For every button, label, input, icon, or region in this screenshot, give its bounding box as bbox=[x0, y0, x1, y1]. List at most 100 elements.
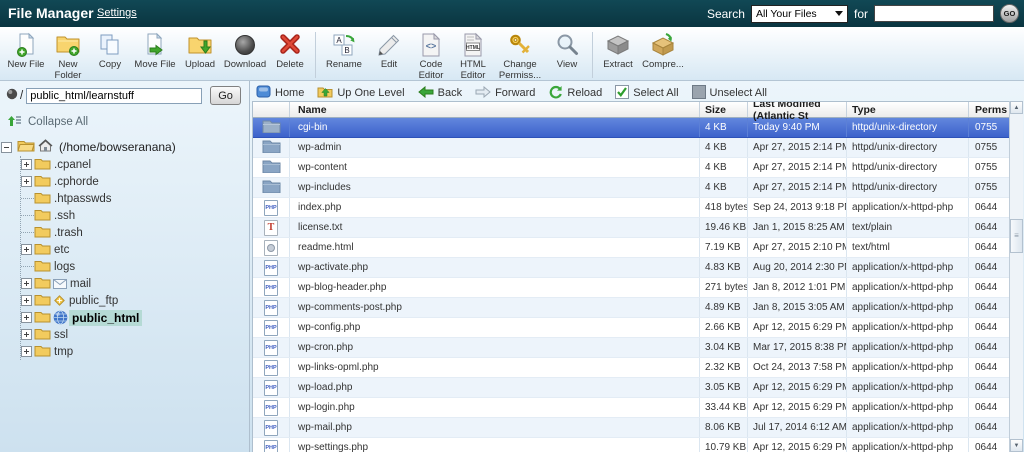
root-path-label: (/home/bowseranana) bbox=[59, 140, 176, 154]
nav-home[interactable]: Home bbox=[256, 84, 304, 102]
collapse-all-icon bbox=[7, 114, 22, 130]
sidebar-item-ssl[interactable]: ssl bbox=[21, 326, 245, 343]
toolbar-code-editor[interactable]: <> Code Editor bbox=[410, 31, 452, 81]
toolbar-view[interactable]: View bbox=[546, 31, 588, 70]
vertical-scrollbar[interactable]: ▲ ▼ bbox=[1009, 101, 1023, 452]
toolbar-upload[interactable]: Upload bbox=[179, 31, 221, 70]
folder-icon bbox=[262, 139, 281, 156]
back-arrow-icon bbox=[418, 86, 434, 101]
nav-unselect-all[interactable]: Unselect All bbox=[692, 85, 767, 102]
sidebar-item-etc[interactable]: etc bbox=[21, 241, 245, 258]
ftp-icon bbox=[53, 294, 66, 307]
table-row[interactable]: PHP index.php 418 bytes Sep 24, 2013 9:1… bbox=[253, 198, 1009, 218]
table-row[interactable]: PHP wp-login.php 33.44 KB Apr 12, 2015 6… bbox=[253, 398, 1009, 418]
path-input[interactable] bbox=[26, 88, 202, 104]
collapse-all-button[interactable]: Collapse All bbox=[7, 113, 245, 131]
expand-icon[interactable] bbox=[21, 159, 32, 170]
sidebar-item-htpasswds[interactable]: .htpasswds bbox=[21, 190, 245, 207]
sidebar-item-trash[interactable]: .trash bbox=[21, 224, 245, 241]
toolbar-rename[interactable]: AB Rename bbox=[320, 31, 368, 70]
table-row[interactable]: PHP wp-config.php 2.66 KB Apr 12, 2015 6… bbox=[253, 318, 1009, 338]
new-folder-icon bbox=[55, 31, 81, 59]
expand-icon[interactable] bbox=[21, 176, 32, 187]
settings-link[interactable]: Settings bbox=[97, 7, 137, 19]
expand-icon[interactable] bbox=[21, 312, 32, 323]
header-name[interactable]: Name bbox=[290, 102, 700, 117]
toolbar-html-editor[interactable]: HTML HTML Editor bbox=[452, 31, 494, 81]
php-file-icon: PHP bbox=[264, 360, 278, 376]
header-size[interactable]: Size bbox=[700, 102, 748, 117]
table-header: Name Size Last Modified (Atlantic St Typ… bbox=[253, 102, 1009, 118]
table-row[interactable]: PHP wp-mail.php 8.06 KB Jul 17, 2014 6:1… bbox=[253, 418, 1009, 438]
search-input[interactable] bbox=[874, 5, 994, 22]
sidebar-item-logs[interactable]: logs bbox=[21, 258, 245, 275]
header-last-modified[interactable]: Last Modified (Atlantic St bbox=[748, 102, 847, 117]
expand-icon[interactable] bbox=[21, 244, 32, 255]
table-row[interactable]: T license.txt 19.46 KB Jan 1, 2015 8:25 … bbox=[253, 218, 1009, 238]
path-go-button[interactable]: Go bbox=[210, 86, 241, 105]
toolbar-change-permissions[interactable]: Change Permiss... bbox=[494, 31, 546, 81]
reload-icon bbox=[548, 85, 563, 102]
sidebar-item-cpanel[interactable]: .cpanel bbox=[21, 156, 245, 173]
scroll-down-button[interactable]: ▼ bbox=[1010, 439, 1023, 452]
table-row[interactable]: PHP wp-activate.php 4.83 KB Aug 20, 2014… bbox=[253, 258, 1009, 278]
header-perms[interactable]: Perms bbox=[969, 102, 1008, 117]
nav-select-all[interactable]: Select All bbox=[615, 85, 678, 102]
search-label: Search bbox=[707, 7, 745, 21]
folder-icon bbox=[34, 191, 51, 207]
toolbar-new-file[interactable]: New File bbox=[5, 31, 47, 70]
folder-icon bbox=[34, 276, 51, 292]
sidebar-item-public-html[interactable]: public_html bbox=[21, 309, 245, 326]
svg-text:A: A bbox=[336, 36, 342, 45]
sidebar-root-home[interactable]: (/home/bowseranana) bbox=[7, 138, 245, 156]
sidebar-item-tmp[interactable]: tmp bbox=[21, 343, 245, 360]
toolbar-edit[interactable]: Edit bbox=[368, 31, 410, 70]
sidebar-item-ssh[interactable]: .ssh bbox=[21, 207, 245, 224]
table-row[interactable]: wp-includes 4 KB Apr 27, 2015 2:14 PM ht… bbox=[253, 178, 1009, 198]
table-row[interactable]: PHP wp-comments-post.php 4.89 KB Jan 8, … bbox=[253, 298, 1009, 318]
table-row[interactable]: PHP wp-load.php 3.05 KB Apr 12, 2015 6:2… bbox=[253, 378, 1009, 398]
toolbar-extract[interactable]: Extract bbox=[597, 31, 639, 70]
search-go-button[interactable]: GO bbox=[1000, 4, 1019, 23]
expand-icon[interactable] bbox=[21, 346, 32, 357]
table-row[interactable]: wp-admin 4 KB Apr 27, 2015 2:14 PM httpd… bbox=[253, 138, 1009, 158]
scrollbar-thumb[interactable] bbox=[1010, 219, 1023, 253]
expand-icon[interactable] bbox=[21, 295, 32, 306]
toolbar-delete[interactable]: Delete bbox=[269, 31, 311, 70]
nav-up-one-level[interactable]: Up One Level bbox=[317, 85, 404, 102]
table-row[interactable]: cgi-bin 4 KB Today 9:40 PM httpd/unix-di… bbox=[253, 118, 1009, 138]
table-row[interactable]: PHP wp-blog-header.php 271 bytes Jan 8, … bbox=[253, 278, 1009, 298]
search-scope-select[interactable]: All Your Files bbox=[751, 5, 848, 23]
table-row[interactable]: PHP wp-cron.php 3.04 KB Mar 17, 2015 8:3… bbox=[253, 338, 1009, 358]
table-row[interactable]: readme.html 7.19 KB Apr 27, 2015 2:10 PM… bbox=[253, 238, 1009, 258]
header-type[interactable]: Type bbox=[847, 102, 969, 117]
toolbar-copy[interactable]: Copy bbox=[89, 31, 131, 70]
table-row[interactable]: PHP wp-links-opml.php 2.32 KB Oct 24, 20… bbox=[253, 358, 1009, 378]
sidebar: Collapse All (/home/bowseranana) .cpanel… bbox=[7, 113, 245, 360]
nav-forward[interactable]: Forward bbox=[475, 86, 535, 101]
expand-icon[interactable] bbox=[21, 278, 32, 289]
nav-back[interactable]: Back bbox=[418, 86, 462, 101]
table-row[interactable]: PHP wp-settings.php 10.79 KB Apr 12, 201… bbox=[253, 438, 1009, 452]
svg-text:B: B bbox=[344, 46, 349, 55]
scroll-up-button[interactable]: ▲ bbox=[1010, 101, 1023, 114]
collapse-icon[interactable] bbox=[1, 142, 12, 153]
toolbar-compress[interactable]: Compre... bbox=[639, 31, 687, 70]
sidebar-item-cphorde[interactable]: .cphorde bbox=[21, 173, 245, 190]
svg-text:<>: <> bbox=[426, 41, 437, 51]
toolbar-new-folder[interactable]: New Folder bbox=[47, 31, 89, 81]
home-icon bbox=[38, 139, 53, 155]
nav-reload[interactable]: Reload bbox=[548, 85, 602, 102]
folder-icon bbox=[262, 119, 281, 136]
expand-icon[interactable] bbox=[21, 329, 32, 340]
extract-icon bbox=[605, 31, 631, 59]
sidebar-tree: .cpanel .cphorde .htpasswds .ssh .trash bbox=[20, 156, 245, 360]
table-row[interactable]: wp-content 4 KB Apr 27, 2015 2:14 PM htt… bbox=[253, 158, 1009, 178]
toolbar-download[interactable]: Download bbox=[221, 31, 269, 70]
toolbar-move-file[interactable]: Move File bbox=[131, 31, 179, 70]
sidebar-item-mail[interactable]: mail bbox=[21, 275, 245, 292]
mail-icon bbox=[53, 279, 67, 289]
html-editor-icon: HTML bbox=[460, 31, 486, 59]
toolbar-separator bbox=[315, 32, 316, 78]
sidebar-item-public-ftp[interactable]: public_ftp bbox=[21, 292, 245, 309]
